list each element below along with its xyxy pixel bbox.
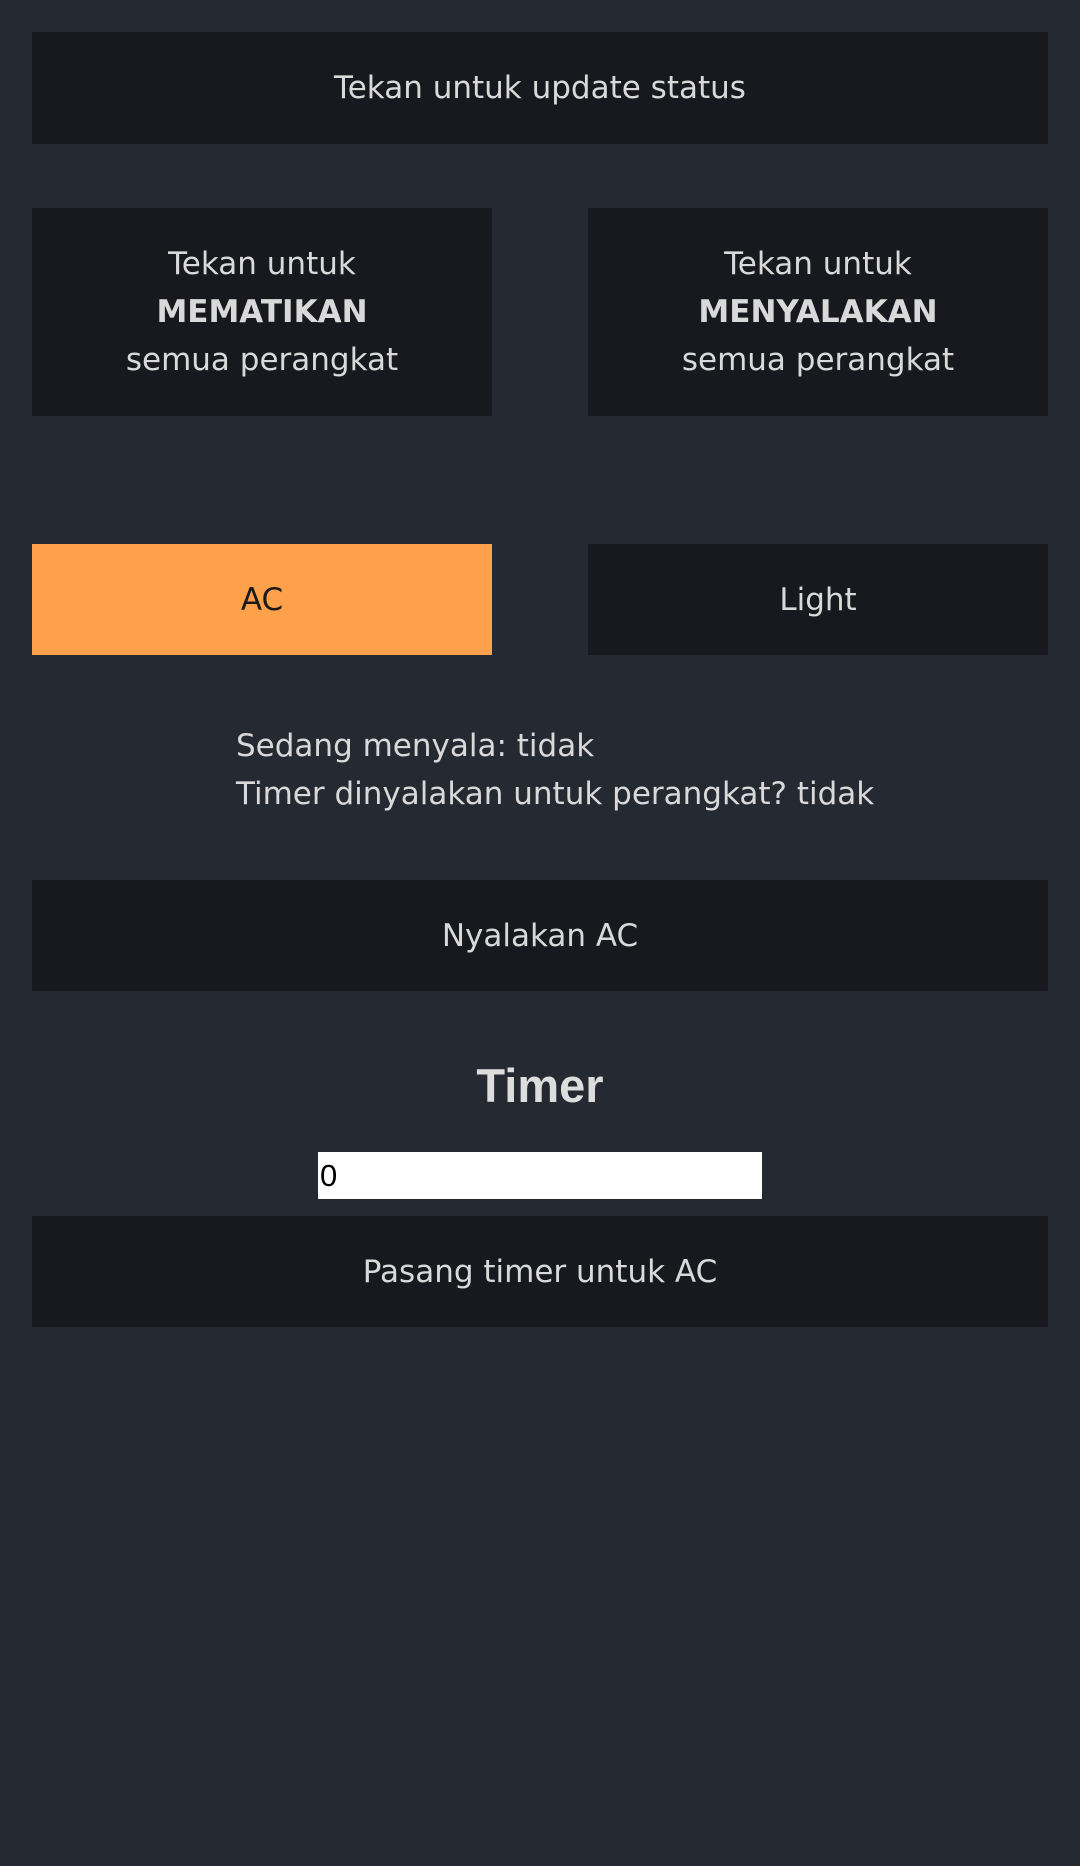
status-on-text: Sedang menyala: tidak — [236, 728, 595, 764]
tab-ac-label: AC — [240, 581, 284, 618]
turn-on-all-line2: MENYALAKAN — [698, 294, 938, 330]
turn-on-all-button[interactable]: Tekan untuk MENYALAKAN semua perangkat — [588, 208, 1048, 416]
set-timer-button[interactable]: Pasang timer untuk AC — [32, 1216, 1048, 1327]
update-status-label: Tekan untuk update status — [334, 70, 746, 106]
toggle-device-label: Nyalakan AC — [441, 917, 639, 954]
turn-on-all-line3: semua perangkat — [681, 342, 955, 378]
turn-off-all-button[interactable]: Tekan untuk MEMATIKAN semua perangkat — [32, 208, 492, 416]
device-status: Sedang menyala: tidak Timer dinyalakan u… — [236, 722, 874, 818]
timer-input[interactable] — [318, 1152, 762, 1199]
turn-off-all-line3: semua perangkat — [125, 342, 399, 378]
tab-light[interactable]: Light — [588, 544, 1048, 655]
status-timer-text: Timer dinyalakan untuk perangkat? tidak — [236, 776, 875, 812]
tab-light-label: Light — [779, 581, 857, 618]
timer-title: Timer — [476, 1059, 604, 1112]
turn-on-all-line1: Tekan untuk — [724, 246, 912, 282]
toggle-device-button[interactable]: Nyalakan AC — [32, 880, 1048, 991]
tab-ac[interactable]: AC — [32, 544, 492, 655]
turn-off-all-line2: MEMATIKAN — [156, 294, 368, 330]
turn-off-all-line1: Tekan untuk — [168, 246, 356, 282]
set-timer-label: Pasang timer untuk AC — [362, 1253, 718, 1290]
update-status-button[interactable]: Tekan untuk update status — [32, 32, 1048, 144]
